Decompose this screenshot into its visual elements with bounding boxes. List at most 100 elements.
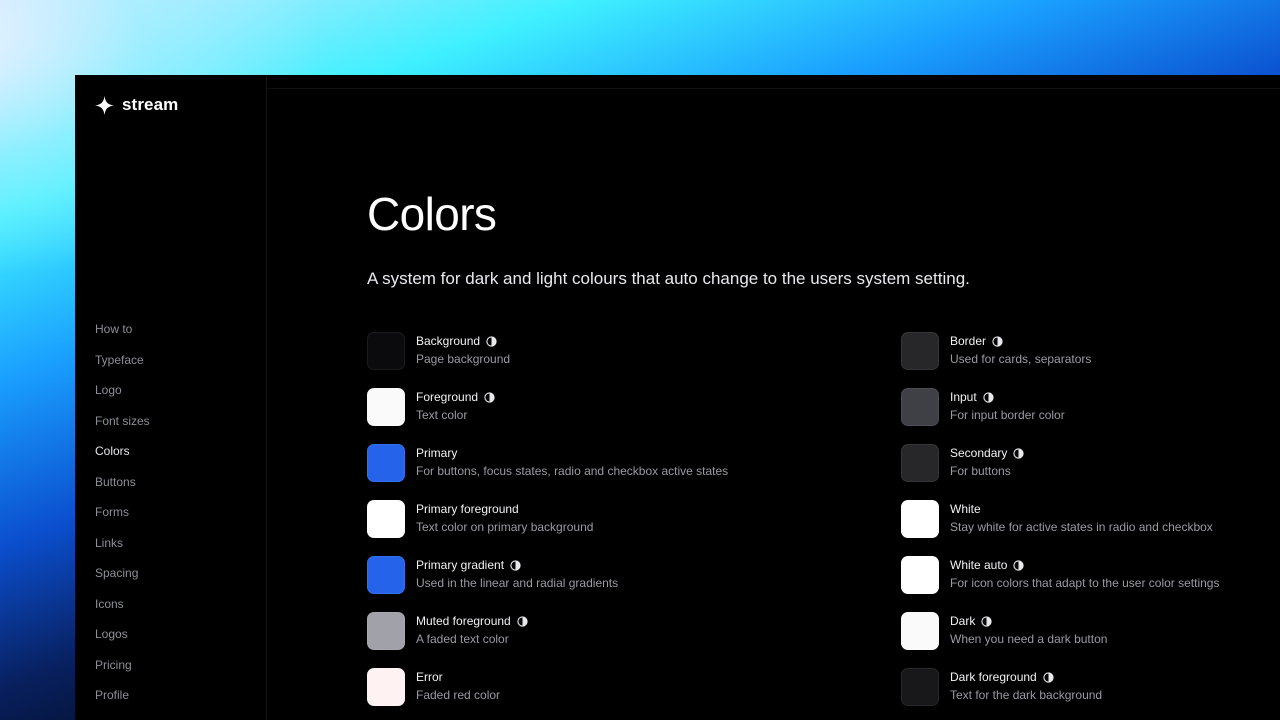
sidebar-item-buttons[interactable]: Buttons bbox=[95, 474, 150, 505]
color-row-error: Error Faded red color bbox=[367, 668, 728, 720]
color-name-line: White auto bbox=[950, 557, 1219, 573]
sidebar-item-spacing[interactable]: Spacing bbox=[95, 565, 150, 596]
sidebar-item-colors[interactable]: Colors bbox=[95, 443, 150, 474]
color-meta: White Stay white for active states in rad… bbox=[950, 500, 1213, 535]
color-swatch-dark[interactable] bbox=[901, 612, 939, 650]
color-description: Stay white for active states in radio an… bbox=[950, 520, 1213, 534]
color-swatch-input[interactable] bbox=[901, 388, 939, 426]
color-row-muted-foreground: Muted foreground A faded text color bbox=[367, 612, 728, 668]
color-row-white: White Stay white for active states in rad… bbox=[901, 500, 1219, 556]
color-name: White auto bbox=[950, 558, 1008, 572]
color-name-line: White bbox=[950, 501, 1213, 517]
sidebar-item-font-sizes[interactable]: Font sizes bbox=[95, 413, 150, 444]
color-name: Background bbox=[416, 334, 481, 348]
color-row-secondary: Secondary For buttons bbox=[901, 444, 1219, 500]
contrast-icon bbox=[992, 335, 1003, 347]
contrast-icon bbox=[1043, 671, 1054, 683]
brand-logo[interactable]: stream bbox=[95, 95, 178, 115]
color-row-dark-foreground: Dark foreground Text for the dark backgro… bbox=[901, 668, 1219, 720]
contrast-icon bbox=[1013, 559, 1025, 571]
color-list-right: Border Used for cards, separators Input For… bbox=[901, 332, 1219, 720]
color-name: Primary bbox=[416, 446, 458, 460]
color-meta: White auto For icon colors that adapt to … bbox=[950, 556, 1219, 591]
color-row-background: Background Page background bbox=[367, 332, 728, 388]
color-meta: Primary gradient Used in the linear and r… bbox=[416, 556, 618, 591]
sidebar-item-logos[interactable]: Logos bbox=[95, 626, 150, 657]
color-name: Secondary bbox=[950, 446, 1008, 460]
color-meta: Input For input border color bbox=[950, 388, 1065, 423]
color-description: When you need a dark button bbox=[950, 632, 1108, 646]
sidebar-item-icons[interactable]: Icons bbox=[95, 596, 150, 627]
contrast-icon bbox=[981, 615, 992, 627]
color-name-line: Border bbox=[950, 333, 1091, 349]
color-row-primary-gradient: Primary gradient Used in the linear and r… bbox=[367, 556, 728, 612]
sparkle-icon bbox=[95, 95, 114, 115]
color-swatch-primary-gradient[interactable] bbox=[367, 556, 405, 594]
sidebar-item-typeface[interactable]: Typeface bbox=[95, 352, 150, 383]
brand-name: stream bbox=[122, 95, 179, 114]
color-row-input: Input For input border color bbox=[901, 388, 1219, 444]
contrast-icon bbox=[1013, 447, 1025, 459]
color-meta: Background Page background bbox=[416, 332, 510, 367]
sidebar-item-pricing[interactable]: Pricing bbox=[95, 657, 150, 688]
sidebar-item-profile[interactable]: Profile bbox=[95, 687, 150, 718]
color-name-line: Error bbox=[416, 669, 500, 685]
color-row-border: Border Used for cards, separators bbox=[901, 332, 1219, 388]
color-swatch-foreground[interactable] bbox=[367, 388, 405, 426]
color-name-line: Foreground bbox=[416, 389, 495, 405]
color-meta: Secondary For buttons bbox=[950, 444, 1025, 479]
color-meta: Primary foreground Text color on primary … bbox=[416, 500, 593, 535]
color-name-line: Primary bbox=[416, 445, 728, 461]
color-name: Input bbox=[950, 390, 977, 404]
color-meta: Primary For buttons, focus states, radio … bbox=[416, 444, 728, 479]
sidebar-item-forms[interactable]: Forms bbox=[95, 504, 150, 535]
color-name: White bbox=[950, 502, 981, 516]
contrast-icon bbox=[510, 559, 521, 571]
color-name: Dark bbox=[950, 614, 976, 628]
color-name-line: Muted foreground bbox=[416, 613, 528, 629]
color-name-line: Dark foreground bbox=[950, 669, 1102, 685]
color-swatch-background[interactable] bbox=[367, 332, 405, 370]
color-swatch-dark-foreground[interactable] bbox=[901, 668, 939, 706]
contrast-icon bbox=[517, 615, 528, 627]
app-window: stream How to Typeface Logo Font sizes Color… bbox=[75, 75, 1280, 720]
color-swatch-white[interactable] bbox=[901, 500, 939, 538]
color-row-white-auto: White auto For icon colors that adapt to … bbox=[901, 556, 1219, 612]
color-description: Text color on primary background bbox=[416, 520, 594, 534]
color-name-line: Primary foreground bbox=[416, 501, 593, 517]
color-swatch-primary[interactable] bbox=[367, 444, 405, 482]
color-description: A faded text color bbox=[416, 632, 509, 646]
color-description: For buttons bbox=[950, 464, 1011, 478]
color-description: Text color bbox=[416, 408, 468, 422]
color-list-left: Background Page background Foreground Text … bbox=[367, 332, 728, 720]
color-description: For buttons, focus states, radio and che… bbox=[416, 464, 729, 478]
color-name: Dark foreground bbox=[950, 670, 1037, 684]
color-description: For icon colors that adapt to the user c… bbox=[950, 576, 1220, 590]
color-swatch-white-auto[interactable] bbox=[901, 556, 939, 594]
color-name-line: Input bbox=[950, 389, 1065, 405]
color-description: Text for the dark background bbox=[950, 688, 1103, 702]
color-swatch-secondary[interactable] bbox=[901, 444, 939, 482]
color-name-line: Secondary bbox=[950, 445, 1025, 461]
sidebar-item-logo[interactable]: Logo bbox=[95, 382, 150, 413]
color-meta: Border Used for cards, separators bbox=[950, 332, 1091, 367]
color-name: Border bbox=[950, 334, 987, 348]
contrast-icon bbox=[983, 391, 994, 403]
color-swatch-muted-foreground[interactable] bbox=[367, 612, 405, 650]
color-row-primary-foreground: Primary foreground Text color on primary … bbox=[367, 500, 728, 556]
sidebar-item-links[interactable]: Links bbox=[95, 535, 150, 566]
color-swatch-error[interactable] bbox=[367, 668, 405, 706]
color-name-line: Primary gradient bbox=[416, 557, 618, 573]
sidebar-item-how-to[interactable]: How to bbox=[95, 321, 150, 352]
color-name: Primary foreground bbox=[416, 502, 519, 516]
color-swatch-primary-foreground[interactable] bbox=[367, 500, 405, 538]
contrast-icon bbox=[486, 335, 497, 347]
color-name: Error bbox=[416, 670, 443, 684]
color-name-line: Background bbox=[416, 333, 510, 349]
color-description: Faded red color bbox=[416, 688, 501, 702]
color-meta: Error Faded red color bbox=[416, 668, 500, 703]
color-name-line: Dark bbox=[950, 613, 1107, 629]
color-meta: Foreground Text color bbox=[416, 388, 495, 423]
color-swatch-border[interactable] bbox=[901, 332, 939, 370]
color-meta: Dark foreground Text for the dark backgro… bbox=[950, 668, 1102, 703]
